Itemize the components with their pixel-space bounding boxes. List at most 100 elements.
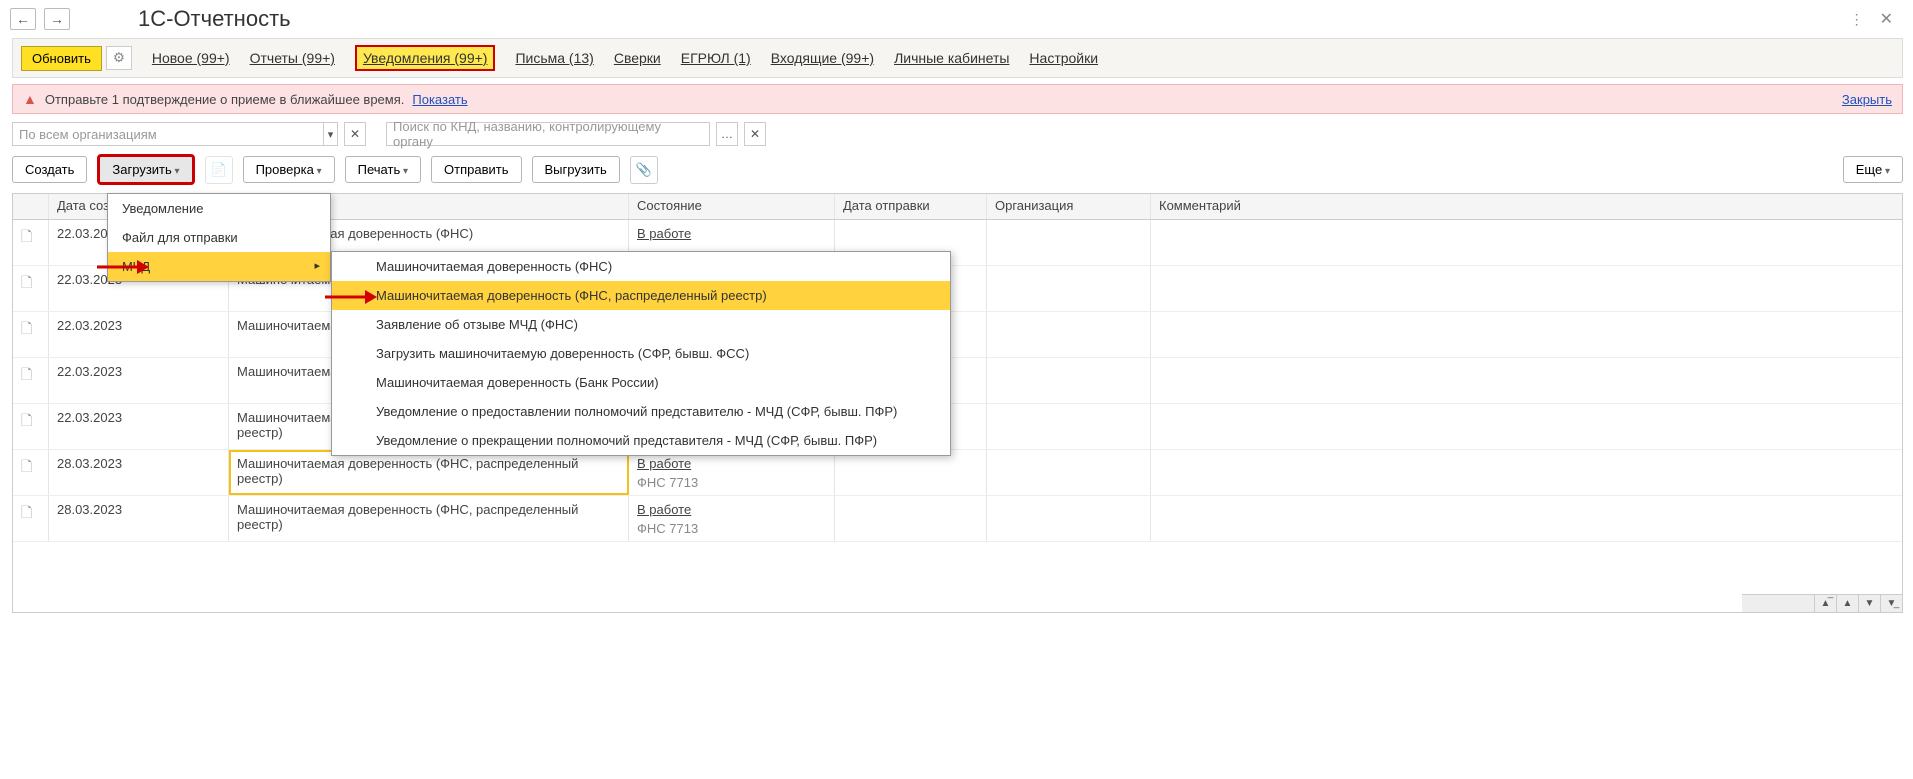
column-sent[interactable]: Дата отправки [835,194,987,219]
scroll-up-button[interactable]: ▲ [1836,595,1858,612]
row-date: 28.03.2023 [49,450,229,495]
search-placeholder: Поиск по КНД, названию, контролирующему … [387,119,709,149]
send-button[interactable]: Отправить [431,156,521,183]
load-dropdown-menu: Уведомление Файл для отправки МЧД ▸ [107,193,331,282]
row-date: 22.03.2023 [49,312,229,357]
search-lookup-button[interactable]: … [716,122,738,146]
submenu-item-grant-sfr-pfr[interactable]: Уведомление о предоставлении полномочий … [332,397,950,426]
status-link[interactable]: В работе [637,226,691,241]
close-icon[interactable]: ✕ [1880,9,1893,29]
mchd-submenu: Машиночитаемая доверенность (ФНС) Машино… [331,251,951,456]
action-bar: Создать Загрузить 📄 Проверка Печать Отпр… [0,154,1913,193]
table-row[interactable]: 🗋22.03.2023Машиночитаемая доверенность (… [13,404,1902,450]
nav-incoming[interactable]: Входящие (99+) [771,50,874,66]
submenu-item-load-sfr[interactable]: Загрузить машиночитаемую доверенность (С… [332,339,950,368]
org-filter-clear[interactable]: ✕ [344,122,366,146]
row-sent [835,450,987,495]
table-row[interactable]: 🗋28.03.2023Машиночитаемая доверенность (… [13,496,1902,542]
scroll-bottom-button[interactable]: ▼̲ [1880,595,1902,612]
status-subtext: ФНС 7713 [637,471,826,490]
column-comment[interactable]: Комментарий [1151,194,1902,219]
menu-item-mchd[interactable]: МЧД ▸ [108,252,330,281]
nav-notifications[interactable]: Уведомления (99+) [355,45,496,71]
table-row[interactable]: 🗋22.03.2023Машиночитаемая доверенность (… [13,312,1902,358]
submenu-item-fns-distributed[interactable]: Машиночитаемая доверенность (ФНС, распре… [332,281,950,310]
column-status[interactable]: Состояние [629,194,835,219]
settings-gear-button[interactable]: ⚙ [106,46,132,70]
row-org [987,404,1151,449]
row-sent [835,496,987,541]
row-date: 28.03.2023 [49,496,229,541]
back-button[interactable]: ← [10,8,36,30]
menu-item-mchd-label: МЧД [122,259,150,274]
create-button[interactable]: Создать [12,156,87,183]
export-button[interactable]: Выгрузить [532,156,620,183]
warning-banner: ▲ Отправьте 1 подтверждение о приеме в б… [12,84,1903,114]
print-button[interactable]: Печать [345,156,421,183]
row-status: В работеФНС 7713 [629,496,835,541]
row-doc-icon: 🗋 [13,266,49,311]
nav-reports[interactable]: Отчеты (99+) [250,50,335,66]
table-row[interactable]: 🗋22.03.2023 Машиночитаемая доверенность (… [13,358,1902,404]
column-icon [13,194,49,219]
row-org [987,358,1151,403]
row-name: Машиночитаемая доверенность (ФНС, распре… [229,496,629,541]
dropdown-caret-icon[interactable]: ▾ [323,123,337,145]
nav-recon[interactable]: Сверки [614,50,661,66]
kebab-icon[interactable]: ⋮ [1850,11,1864,28]
table: Дата создания Наименование Состояние Дат… [12,193,1903,613]
filter-bar: По всем организациям ▾ ✕ Поиск по КНД, н… [0,122,1913,154]
table-row[interactable]: 🗋28.03.2023Машиночитаемая доверенность (… [13,450,1902,496]
status-link[interactable]: В работе [637,456,691,471]
nav-settings[interactable]: Настройки [1029,50,1098,66]
status-link[interactable]: В работе [637,502,691,517]
row-org [987,266,1151,311]
row-name: Машиночитаемая доверенность (ФНС, распре… [229,450,629,495]
nav-egrul[interactable]: ЕГРЮЛ (1) [681,50,751,66]
refresh-button[interactable]: Обновить [21,46,102,71]
nav-new[interactable]: Новое (99+) [152,50,230,66]
row-comment [1151,496,1902,541]
search-combo[interactable]: Поиск по КНД, названию, контролирующему … [386,122,710,146]
page-title: 1С-Отчетность [138,6,291,32]
menu-item-file-for-send[interactable]: Файл для отправки [108,223,330,252]
warning-close-link[interactable]: Закрыть [1842,92,1892,107]
submenu-caret-icon: ▸ [314,259,320,272]
scroll-top-button[interactable]: ▲̅ [1814,595,1836,612]
warning-show-link[interactable]: Показать [412,92,467,107]
row-status: В работеФНС 7713 [629,450,835,495]
document-icon-button[interactable]: 📄 [205,156,233,184]
check-button[interactable]: Проверка [243,156,335,183]
warning-text: Отправьте 1 подтверждение о приеме в бли… [45,92,405,107]
submenu-item-stop-sfr-pfr[interactable]: Уведомление о прекращении полномочий пре… [332,426,950,455]
submenu-item-revoke[interactable]: Заявление об отзыве МЧД (ФНС) [332,310,950,339]
row-doc-icon: 🗋 [13,358,49,403]
row-org [987,220,1151,265]
row-comment [1151,312,1902,357]
search-clear[interactable]: ✕ [744,122,766,146]
submenu-item-fns[interactable]: Машиночитаемая доверенность (ФНС) [332,252,950,281]
row-comment [1151,404,1902,449]
row-doc-icon: 🗋 [13,312,49,357]
org-filter-placeholder: По всем организациям [13,127,323,142]
nav-cabinets[interactable]: Личные кабинеты [894,50,1009,66]
scroll-down-button[interactable]: ▼ [1858,595,1880,612]
row-date: 22.03.2023 [49,404,229,449]
row-org [987,450,1151,495]
row-org [987,496,1151,541]
attachment-icon-button[interactable]: 📎 [630,156,658,184]
org-filter-combo[interactable]: По всем организациям ▾ [12,122,338,146]
more-button[interactable]: Еще [1843,156,1903,183]
row-date: 22.03.2023 [49,358,229,403]
scroll-buttons: ▲̅ ▲ ▼ ▼̲ [1742,594,1902,612]
row-doc-icon: 🗋 [13,450,49,495]
nav-letters[interactable]: Письма (13) [515,50,593,66]
forward-button[interactable]: → [44,8,70,30]
load-button[interactable]: Загрузить [97,154,194,185]
submenu-item-bank-russia[interactable]: Машиночитаемая доверенность (Банк России… [332,368,950,397]
row-comment [1151,220,1902,265]
column-org[interactable]: Организация [987,194,1151,219]
row-doc-icon: 🗋 [13,496,49,541]
nav-tabs: Обновить ⚙ Новое (99+) Отчеты (99+) Увед… [12,38,1903,78]
menu-item-notification[interactable]: Уведомление [108,194,330,223]
